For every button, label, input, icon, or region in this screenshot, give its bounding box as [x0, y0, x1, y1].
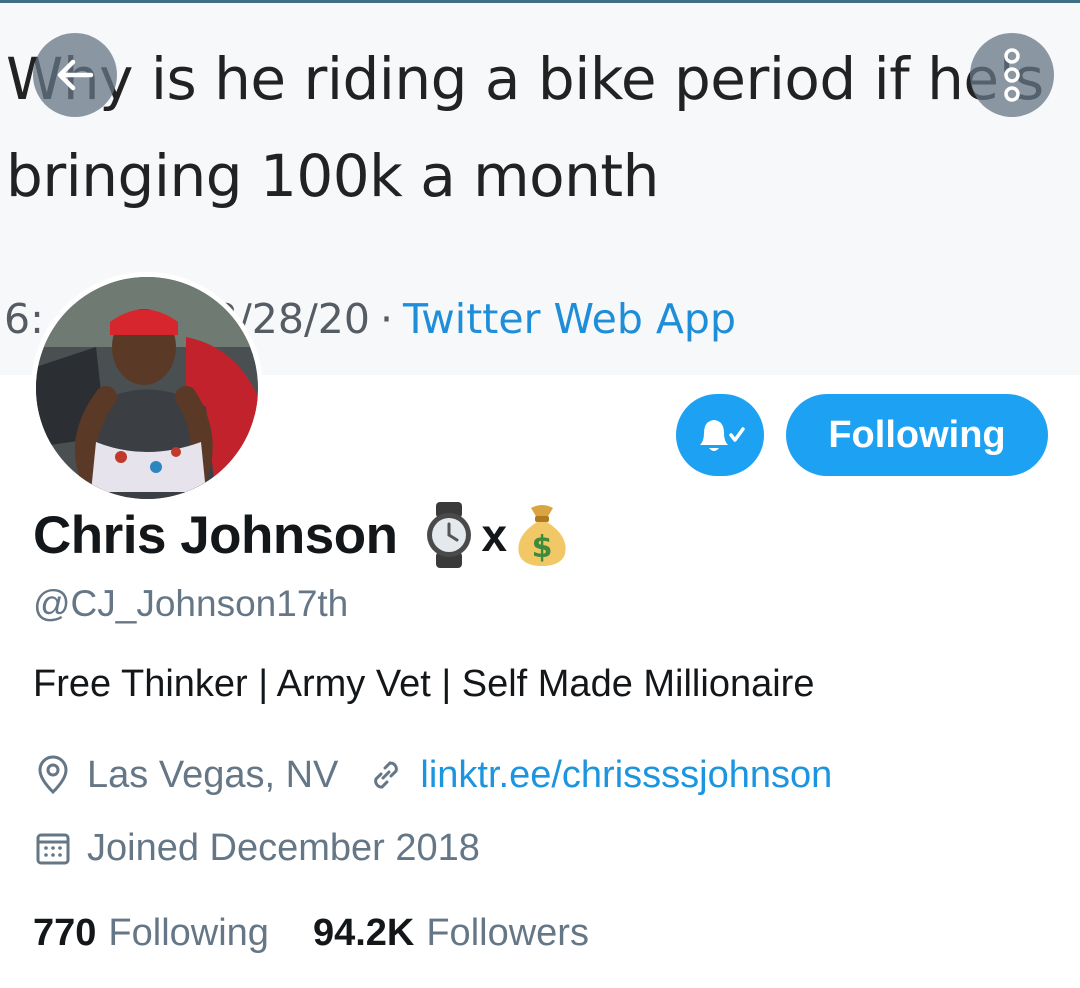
profile-location: Las Vegas, NV — [87, 753, 339, 796]
svg-text:$: $ — [532, 530, 553, 565]
back-button[interactable] — [33, 33, 117, 117]
header-tweet-text: Why is he riding a bike period if he's b… — [6, 45, 1044, 210]
profile-meta-row: Las Vegas, NV linktr.ee/chrissssjohnson — [33, 750, 832, 800]
more-vertical-icon — [1004, 48, 1020, 102]
following-button[interactable]: Following — [786, 394, 1048, 476]
following-count: 770 — [33, 911, 97, 954]
following-stat[interactable]: 770 Following — [33, 912, 269, 955]
arrow-left-icon — [57, 59, 94, 91]
bell-check-icon — [700, 420, 745, 451]
name-row: Chris Johnson x $ — [33, 500, 573, 570]
tweet-meta-separator: · — [379, 295, 394, 343]
followers-stat[interactable]: 94.2K Followers — [313, 912, 589, 955]
name-separator: x — [481, 509, 508, 561]
name-emoji-group: x $ — [422, 502, 574, 568]
follow-stats: 770 Following 94.2K Followers — [33, 907, 589, 959]
more-options-button[interactable] — [970, 33, 1054, 117]
avatar-photo — [36, 277, 258, 499]
followers-label: Followers — [426, 911, 589, 954]
profile-joined: Joined December 2018 — [87, 826, 480, 869]
display-name: Chris Johnson — [33, 505, 398, 565]
notifications-button[interactable] — [676, 394, 764, 476]
money-bag-emoji: $ — [518, 505, 566, 566]
profile-joined-row: Joined December 2018 — [33, 823, 480, 873]
watch-emoji — [426, 502, 471, 568]
following-label: Following — [108, 911, 269, 954]
location-pin-icon — [33, 755, 73, 795]
tweet-time: 6: — [4, 295, 44, 343]
link-icon — [366, 755, 406, 795]
profile-avatar[interactable] — [31, 272, 263, 504]
profile-handle: @CJ_Johnson17th — [33, 583, 349, 624]
tweet-source: Twitter Web App — [403, 295, 736, 343]
followers-count: 94.2K — [312, 911, 415, 954]
profile-bio: Free Thinker | Army Vet | Self Made Mill… — [33, 663, 815, 705]
profile-link[interactable]: linktr.ee/chrissssjohnson — [420, 754, 832, 797]
calendar-icon — [33, 828, 73, 868]
